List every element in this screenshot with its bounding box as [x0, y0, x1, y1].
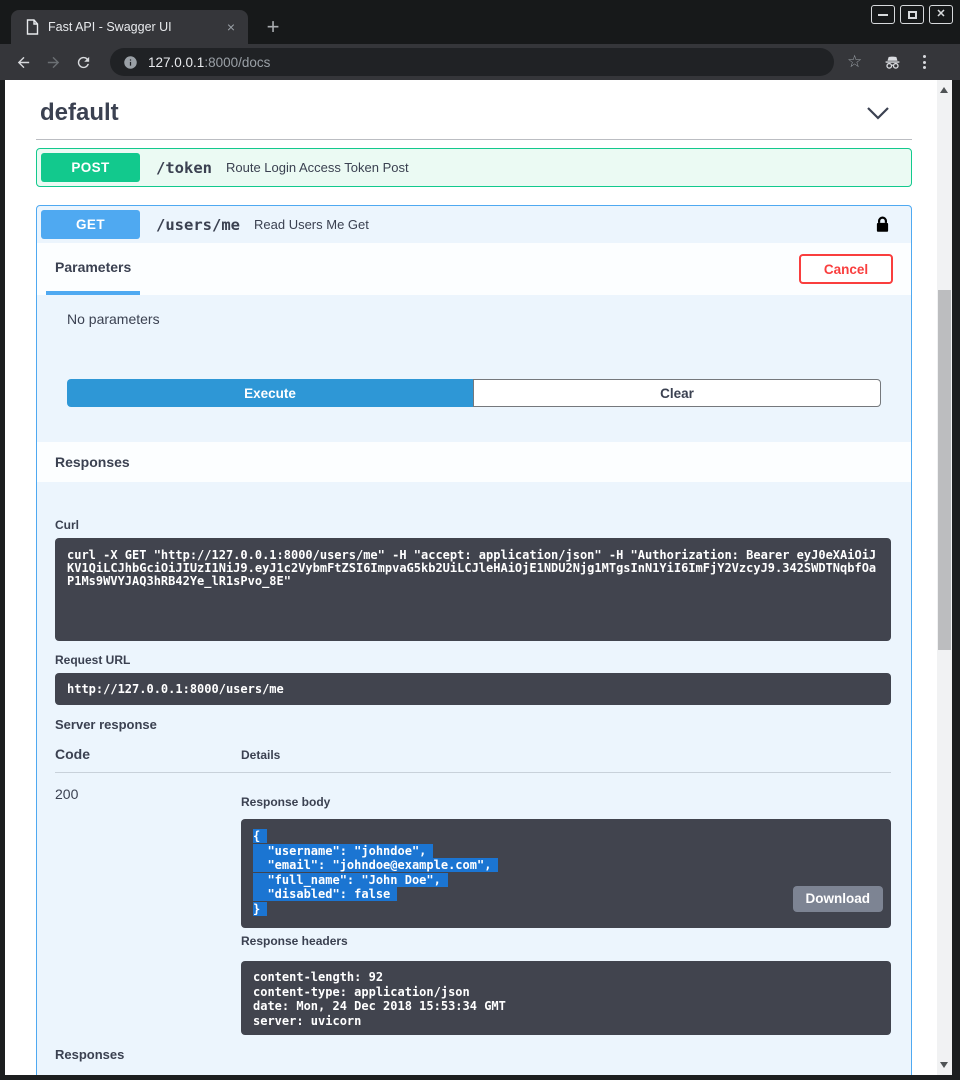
- reload-button[interactable]: [68, 54, 98, 71]
- minimize-icon: [878, 14, 888, 16]
- tab-strip: Fast API - Swagger UI × + ✕: [0, 0, 960, 44]
- server-response-label: Server response: [55, 717, 891, 732]
- maximize-icon: [908, 11, 917, 19]
- browser-menu-button[interactable]: [923, 55, 926, 69]
- minimize-button[interactable]: [871, 5, 895, 24]
- download-button[interactable]: Download: [793, 886, 884, 913]
- responses-title: Responses: [55, 454, 130, 470]
- tab-parameters[interactable]: Parameters: [46, 243, 140, 295]
- chevron-down-icon[interactable]: [866, 106, 890, 120]
- request-url-box: http://127.0.0.1:8000/users/me: [55, 673, 891, 705]
- execute-row: Execute Clear: [67, 379, 881, 407]
- responses-inner: Curl curl -X GET "http://127.0.0.1:8000/…: [37, 482, 911, 1075]
- code-column-header: Code: [55, 746, 241, 762]
- window-controls: ✕: [871, 5, 953, 24]
- url-text: 127.0.0.1:8000/docs: [148, 55, 270, 70]
- page-viewport: default POST /token Route Login Access T…: [5, 80, 937, 1075]
- forward-button[interactable]: [38, 54, 68, 71]
- browser-toolbar: 127.0.0.1:8000/docs ☆: [0, 44, 960, 80]
- reload-icon: [75, 54, 92, 71]
- endpoint-summary: Read Users Me Get: [254, 217, 369, 232]
- address-bar[interactable]: 127.0.0.1:8000/docs: [110, 48, 834, 76]
- toolbar-icons: ☆: [847, 52, 926, 72]
- scroll-down-arrow[interactable]: [940, 1062, 948, 1068]
- browser-tab[interactable]: Fast API - Swagger UI ×: [11, 10, 248, 44]
- page-favicon-icon: [26, 19, 39, 35]
- new-tab-button[interactable]: +: [259, 13, 287, 41]
- curl-command-box[interactable]: curl -X GET "http://127.0.0.1:8000/users…: [55, 538, 891, 641]
- clear-button[interactable]: Clear: [473, 379, 881, 407]
- details-column-header: Details: [241, 746, 891, 762]
- method-badge-post: POST: [41, 153, 140, 182]
- url-path: :8000/docs: [204, 55, 270, 70]
- endpoint-summary: Route Login Access Token Post: [226, 160, 409, 175]
- status-code: 200: [55, 786, 241, 1035]
- response-body-box[interactable]: { "username": "johndoe", "email": "johnd…: [241, 819, 891, 928]
- tag-section-header[interactable]: default: [36, 95, 912, 140]
- url-host: 127.0.0.1: [148, 55, 204, 70]
- response-headers-box: content-length: 92content-type: applicat…: [241, 961, 891, 1035]
- endpoint-path: /token: [156, 159, 212, 177]
- server-response-row: 200 Response body { "username": "johndoe…: [55, 786, 891, 1035]
- tab-close-icon[interactable]: ×: [222, 18, 240, 36]
- close-icon: ✕: [936, 9, 945, 20]
- response-body-label: Response body: [241, 786, 891, 809]
- parameters-header: Parameters Cancel: [37, 243, 911, 295]
- forward-icon: [45, 54, 62, 71]
- scrollbar-thumb[interactable]: [938, 290, 951, 650]
- parameters-body: No parameters Execute Clear: [37, 295, 911, 442]
- response-headers-label: Response headers: [241, 928, 891, 948]
- no-parameters-text: No parameters: [67, 311, 881, 327]
- back-button[interactable]: [8, 54, 38, 71]
- tag-title: default: [40, 99, 119, 127]
- scroll-up-arrow[interactable]: [940, 87, 948, 93]
- opblock-summary[interactable]: POST /token Route Login Access Token Pos…: [37, 149, 911, 186]
- responses-section-header: Responses: [37, 442, 911, 482]
- server-response-table-header: Code Details: [55, 746, 891, 773]
- curl-label: Curl: [55, 518, 891, 532]
- lock-icon: [874, 215, 891, 235]
- request-url-label: Request URL: [55, 653, 891, 667]
- response-details: Response body { "username": "johndoe", "…: [241, 786, 891, 1035]
- incognito-icon: [882, 52, 903, 72]
- swagger-content: default POST /token Route Login Access T…: [5, 80, 937, 1075]
- close-button[interactable]: ✕: [929, 5, 953, 24]
- endpoint-path: /users/me: [156, 216, 240, 234]
- page-scrollbar[interactable]: [937, 80, 952, 1075]
- method-badge-get: GET: [41, 210, 140, 239]
- maximize-button[interactable]: [900, 5, 924, 24]
- opblock-post-token: POST /token Route Login Access Token Pos…: [36, 148, 912, 187]
- cancel-button[interactable]: Cancel: [799, 254, 893, 284]
- bookmark-star-icon[interactable]: ☆: [847, 52, 862, 72]
- tab-title: Fast API - Swagger UI: [48, 20, 213, 34]
- authorize-lock-button[interactable]: [874, 215, 891, 235]
- site-info-icon[interactable]: [123, 55, 138, 70]
- back-icon: [15, 54, 32, 71]
- execute-button[interactable]: Execute: [67, 379, 473, 407]
- opblock-summary[interactable]: GET /users/me Read Users Me Get: [37, 206, 911, 243]
- browser-window: Fast API - Swagger UI × + ✕ 127.0.0.1:80…: [0, 0, 960, 1080]
- opblock-get-users-me: GET /users/me Read Users Me Get Paramete…: [36, 205, 912, 1075]
- documented-responses-label: Responses: [55, 1047, 891, 1062]
